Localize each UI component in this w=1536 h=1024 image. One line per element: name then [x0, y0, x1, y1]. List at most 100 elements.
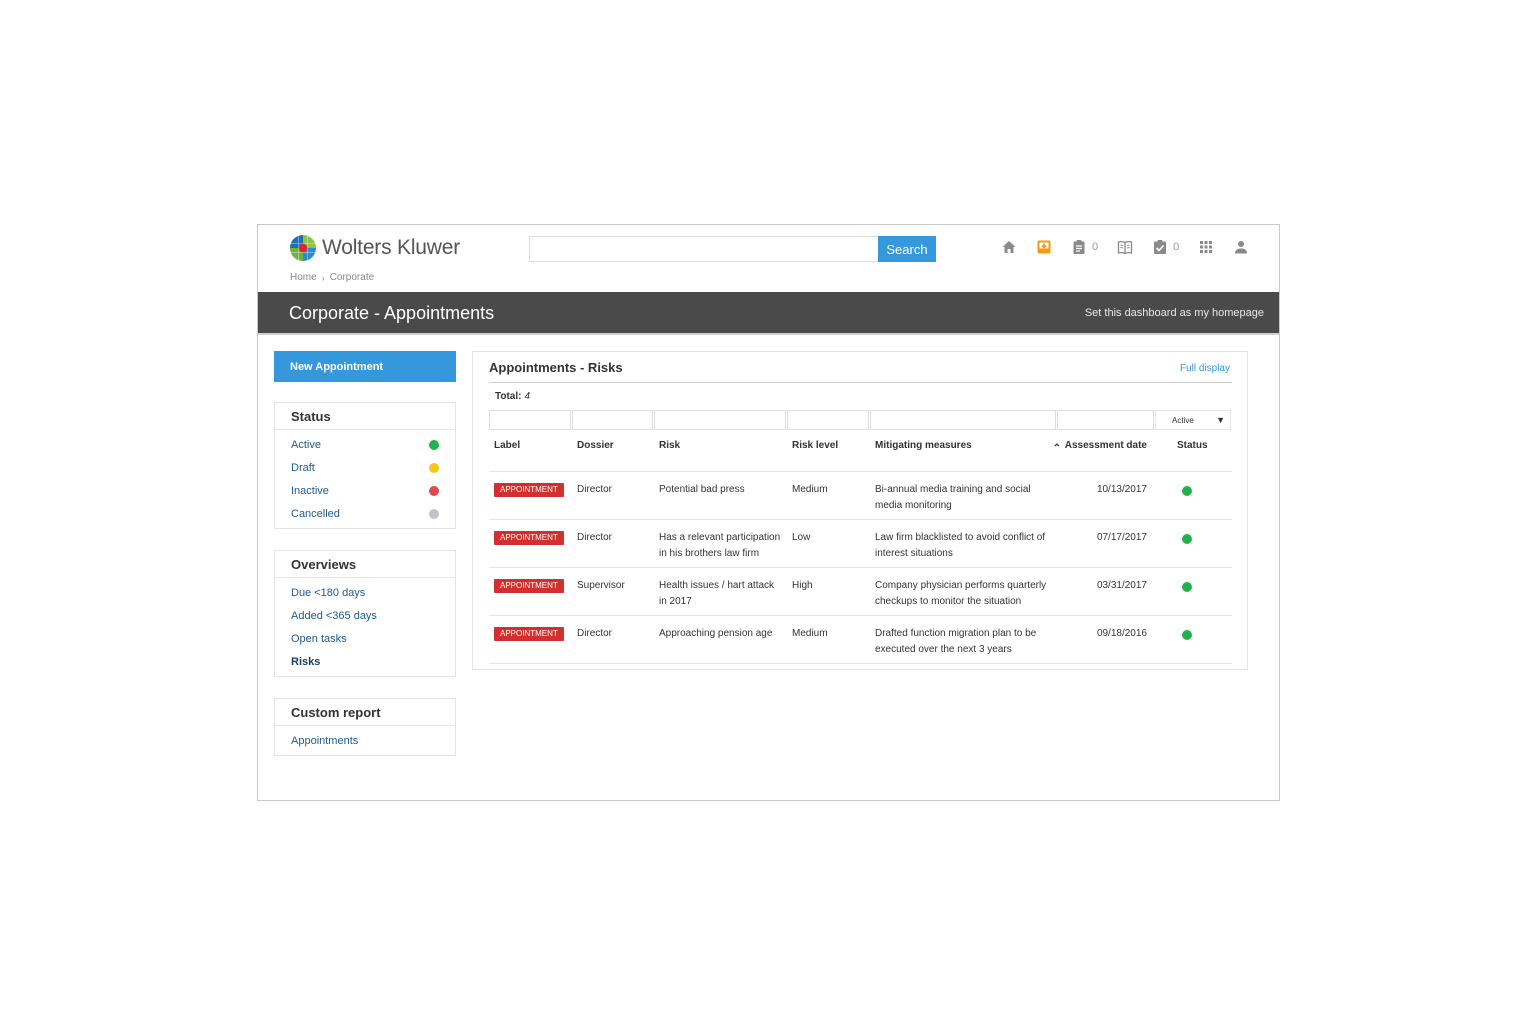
status-panel: Status Active Draft Inactive Cancelled — [274, 402, 456, 529]
overview-due-180-days[interactable]: Due <180 days — [275, 581, 455, 604]
dossier-cell: Supervisor — [572, 567, 654, 616]
dropdown-arrow-icon: ▼ — [1216, 415, 1225, 425]
risk-cell: Potential bad press — [654, 471, 787, 520]
filter-status-select[interactable]: Active ▼ — [1155, 410, 1231, 430]
risk-level-cell: Low — [787, 519, 870, 568]
column-header-dossier[interactable]: Dossier — [572, 431, 654, 472]
status-filter-inactive[interactable]: Inactive — [275, 479, 455, 502]
book-icon — [1117, 241, 1133, 255]
custom-report-appointments[interactable]: Appointments — [275, 729, 455, 752]
sort-ascending-icon[interactable]: ⌃ — [1053, 441, 1061, 456]
search-button[interactable]: Search — [878, 236, 936, 262]
column-header-risk-level[interactable]: Risk level — [787, 431, 870, 472]
overview-open-tasks[interactable]: Open tasks — [275, 627, 455, 650]
assessment-date-cell: 07/17/2017 — [1057, 519, 1155, 568]
checked-clipboard-icon — [1154, 240, 1167, 254]
mitigating-measures-cell: Drafted function migration plan to be ex… — [870, 615, 1057, 664]
status-label: Draft — [291, 461, 315, 474]
assessment-date-cell: 10/13/2017 — [1057, 471, 1155, 520]
new-appointment-button[interactable]: New Appointment — [274, 351, 456, 382]
dossier-cell: Director — [572, 615, 654, 664]
user-button[interactable] — [1233, 239, 1249, 255]
wolters-kluwer-logo-icon — [290, 235, 316, 261]
appointment-label-badge: APPOINTMENT — [494, 578, 564, 593]
overview-added-365-days[interactable]: Added <365 days — [275, 604, 455, 627]
search-input[interactable] — [529, 236, 878, 262]
column-header-risk[interactable]: Risk — [654, 431, 787, 472]
filter-risk-level-input[interactable] — [787, 410, 869, 430]
status-cell — [1155, 519, 1232, 568]
active-status-dot-icon — [1182, 485, 1192, 496]
total-count: Total: 4 — [495, 391, 530, 402]
filter-row: Active ▼ — [489, 410, 1232, 431]
filter-date-input[interactable] — [1057, 410, 1154, 430]
inbox-download-button[interactable] — [1036, 239, 1052, 255]
column-header-mitigating-measures[interactable]: Mitigating measures ⌃ — [870, 431, 1061, 472]
dossier-cell: Director — [572, 471, 654, 520]
header-row: Label Dossier Risk Risk level Mitigating… — [489, 431, 1232, 472]
breadcrumb-corporate[interactable]: Corporate — [330, 272, 374, 283]
filter-label-input[interactable] — [489, 410, 571, 430]
status-filter-value: Active — [1172, 415, 1194, 425]
table-row[interactable]: APPOINTMENT Director Potential bad press… — [489, 471, 1232, 520]
mitigating-measures-cell: Law firm blacklisted to avoid conflict o… — [870, 519, 1057, 568]
page-title: Corporate - Appointments — [289, 303, 495, 323]
appointment-label-badge: APPOINTMENT — [494, 482, 564, 497]
custom-report-panel: Custom report Appointments — [274, 698, 456, 756]
apps-button[interactable] — [1198, 239, 1214, 255]
green-status-dot-icon — [429, 439, 439, 450]
yellow-status-dot-icon — [429, 462, 439, 473]
risks-panel-title: Appointments - Risks — [489, 360, 623, 375]
overviews-panel: Overviews Due <180 days Added <365 days … — [274, 550, 456, 677]
set-homepage-link[interactable]: Set this dashboard as my homepage — [1085, 307, 1264, 319]
tasks-button[interactable]: 0 — [1152, 239, 1179, 255]
status-filter-active[interactable]: Active — [275, 433, 455, 456]
status-filter-draft[interactable]: Draft — [275, 456, 455, 479]
risks-table: Active ▼ Label Dossier Risk Risk level Mi… — [489, 410, 1232, 664]
custom-report-panel-title: Custom report — [275, 699, 455, 726]
status-cell — [1155, 615, 1232, 664]
risk-level-cell: Medium — [787, 471, 870, 520]
status-filter-cancelled[interactable]: Cancelled — [275, 502, 455, 525]
status-label: Cancelled — [291, 507, 340, 520]
active-status-dot-icon — [1182, 629, 1192, 640]
breadcrumb-home[interactable]: Home — [290, 272, 317, 283]
home-button[interactable] — [1001, 239, 1017, 255]
risk-level-cell: High — [787, 567, 870, 616]
status-cell — [1155, 567, 1232, 616]
table-row[interactable]: APPOINTMENT Director Approaching pension… — [489, 615, 1232, 664]
overview-risks[interactable]: Risks — [275, 650, 455, 673]
filter-dossier-input[interactable] — [572, 410, 653, 430]
column-header-status[interactable]: Status — [1155, 431, 1232, 472]
column-header-assessment-date[interactable]: Assessment date — [1057, 431, 1155, 472]
mitigating-measures-cell: Company physician performs quarterly che… — [870, 567, 1057, 616]
clipboard-count: 0 — [1092, 241, 1099, 253]
filter-risk-input[interactable] — [654, 410, 786, 430]
clipboard-button[interactable]: 0 — [1071, 239, 1098, 255]
user-icon — [1235, 241, 1248, 254]
status-cell — [1155, 471, 1232, 520]
breadcrumb-separator: › — [321, 272, 325, 283]
assessment-date-cell: 03/31/2017 — [1057, 567, 1155, 616]
full-display-link[interactable]: Full display — [1180, 363, 1230, 374]
filter-mitigating-input[interactable] — [870, 410, 1056, 430]
overviews-panel-title: Overviews — [275, 551, 455, 578]
mitigating-measures-cell: Bi-annual media training and social medi… — [870, 471, 1057, 520]
risks-panel-header: Appointments - Risks Full display — [489, 360, 1232, 383]
page-title-bar: Corporate - Appointments Set this dashbo… — [258, 292, 1279, 335]
status-panel-title: Status — [275, 403, 455, 430]
table-row[interactable]: APPOINTMENT Director Has a relevant part… — [489, 519, 1232, 568]
appointment-label-badge: APPOINTMENT — [494, 530, 564, 545]
appointment-label-badge: APPOINTMENT — [494, 626, 564, 641]
top-toolbar: 0 0 — [1001, 239, 1268, 255]
brand-logo[interactable]: Wolters Kluwer — [290, 235, 460, 261]
home-icon — [1002, 241, 1016, 253]
risks-panel: Appointments - Risks Full display Total:… — [472, 351, 1248, 670]
table-row[interactable]: APPOINTMENT Supervisor Health issues / h… — [489, 567, 1232, 616]
status-label: Active — [291, 438, 321, 451]
column-header-text: Mitigating measures — [875, 440, 972, 451]
column-header-label[interactable]: Label — [489, 431, 572, 472]
dossier-cell: Director — [572, 519, 654, 568]
book-button[interactable] — [1117, 239, 1133, 255]
brand-name: Wolters Kluwer — [322, 236, 461, 259]
